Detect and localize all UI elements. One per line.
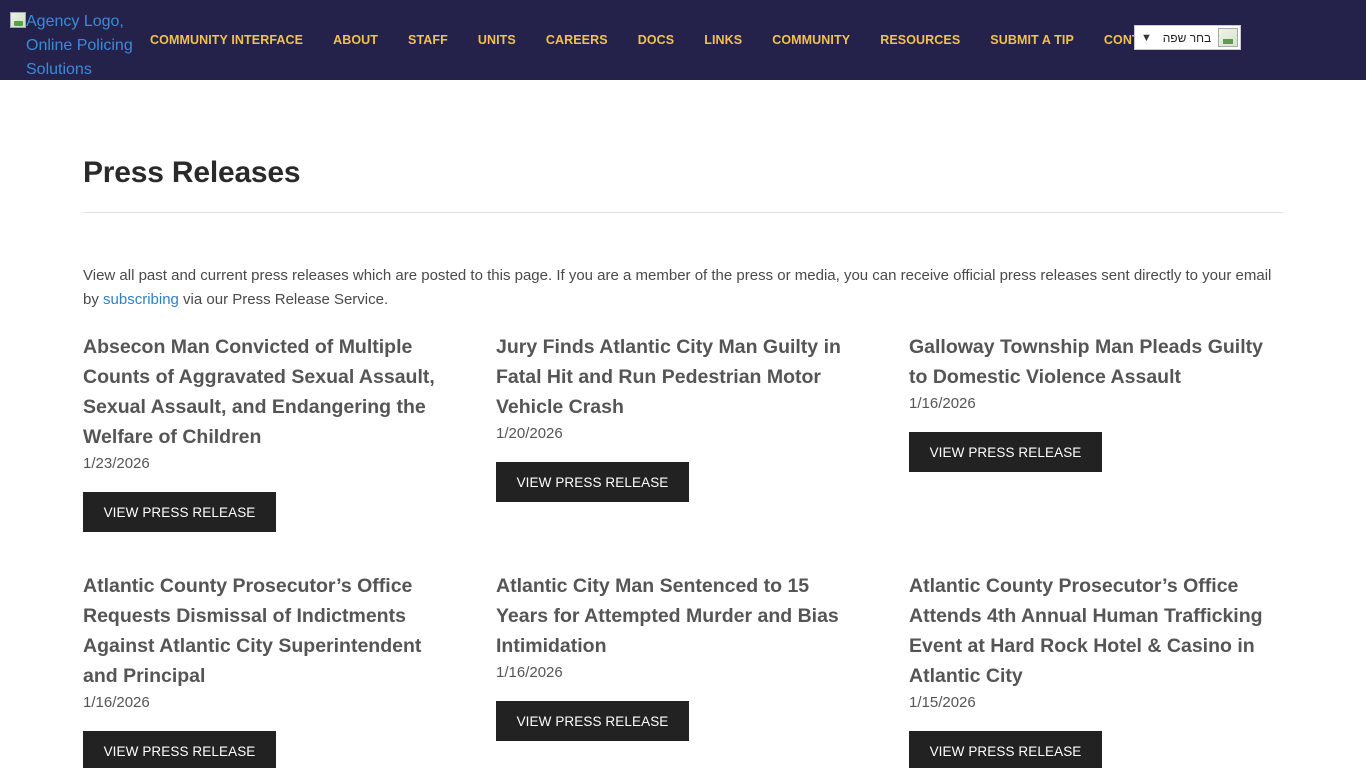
press-release-card: Atlantic County Prosecutor’s Office Atte… — [909, 571, 1283, 768]
press-release-title[interactable]: Jury Finds Atlantic City Man Guilty in F… — [496, 332, 861, 422]
nav-docs[interactable]: DOCS — [623, 33, 690, 47]
nav-careers[interactable]: CAREERS — [531, 33, 623, 47]
press-release-date: 1/16/2026 — [83, 694, 150, 711]
view-press-release-button[interactable]: VIEW PRESS RELEASE — [496, 701, 689, 741]
intro-text: View all past and current press releases… — [83, 264, 1283, 312]
view-press-release-button[interactable]: VIEW PRESS RELEASE — [909, 432, 1102, 472]
language-select-label: בחר שפה — [1162, 30, 1212, 45]
title-divider — [83, 212, 1283, 213]
nav-submit-a-tip[interactable]: SUBMIT A TIP — [975, 33, 1089, 47]
press-release-title[interactable]: Galloway Township Man Pleads Guilty to D… — [909, 332, 1283, 392]
nav-units[interactable]: UNITS — [463, 33, 531, 47]
press-release-date: 1/23/2026 — [83, 455, 150, 472]
site-header: Agency Logo, Online Policing Solutions C… — [0, 0, 1366, 80]
dropdown-arrow-icon: ▼ — [1141, 31, 1152, 44]
press-release-card: Galloway Township Man Pleads Guilty to D… — [909, 332, 1283, 472]
press-release-title[interactable]: Absecon Man Convicted of Multiple Counts… — [83, 332, 458, 452]
agency-logo[interactable]: Agency Logo, Online Policing Solutions — [10, 10, 140, 82]
nav-about[interactable]: ABOUT — [318, 33, 393, 47]
logo-alt-text: Agency Logo, Online Policing Solutions — [26, 13, 133, 78]
language-select[interactable]: ▼ בחר שפה — [1134, 25, 1241, 50]
press-release-title[interactable]: Atlantic County Prosecutor’s Office Requ… — [83, 571, 458, 691]
view-press-release-button[interactable]: VIEW PRESS RELEASE — [83, 731, 276, 768]
press-release-date: 1/16/2026 — [909, 395, 976, 412]
nav-links[interactable]: LINKS — [689, 33, 757, 47]
subscribing-link[interactable]: subscribing — [103, 291, 179, 308]
main-nav: COMMUNITY INTERFACE ABOUT STAFF UNITS CA… — [135, 0, 1180, 80]
view-press-release-button[interactable]: VIEW PRESS RELEASE — [83, 492, 276, 532]
nav-community-interface[interactable]: COMMUNITY INTERFACE — [135, 33, 318, 47]
press-release-date: 1/20/2026 — [496, 425, 563, 442]
intro-text-after: via our Press Release Service. — [178, 291, 389, 308]
press-release-card: Jury Finds Atlantic City Man Guilty in F… — [496, 332, 861, 502]
nav-resources[interactable]: RESOURCES — [865, 33, 975, 47]
press-release-date: 1/15/2026 — [909, 694, 976, 711]
press-release-title[interactable]: Atlantic County Prosecutor’s Office Atte… — [909, 571, 1283, 691]
nav-community[interactable]: COMMUNITY — [757, 33, 865, 47]
view-press-release-button[interactable]: VIEW PRESS RELEASE — [496, 462, 689, 502]
view-press-release-button[interactable]: VIEW PRESS RELEASE — [909, 731, 1102, 768]
press-release-card: Atlantic City Man Sentenced to 15 Years … — [496, 571, 861, 741]
flag-icon — [1218, 28, 1238, 47]
press-release-card: Absecon Man Convicted of Multiple Counts… — [83, 332, 458, 532]
press-release-title[interactable]: Atlantic City Man Sentenced to 15 Years … — [496, 571, 861, 661]
broken-image-icon — [10, 12, 26, 28]
press-release-date: 1/16/2026 — [496, 664, 563, 681]
nav-staff[interactable]: STAFF — [393, 33, 463, 47]
page-title: Press Releases — [83, 156, 301, 189]
press-release-card: Atlantic County Prosecutor’s Office Requ… — [83, 571, 458, 768]
